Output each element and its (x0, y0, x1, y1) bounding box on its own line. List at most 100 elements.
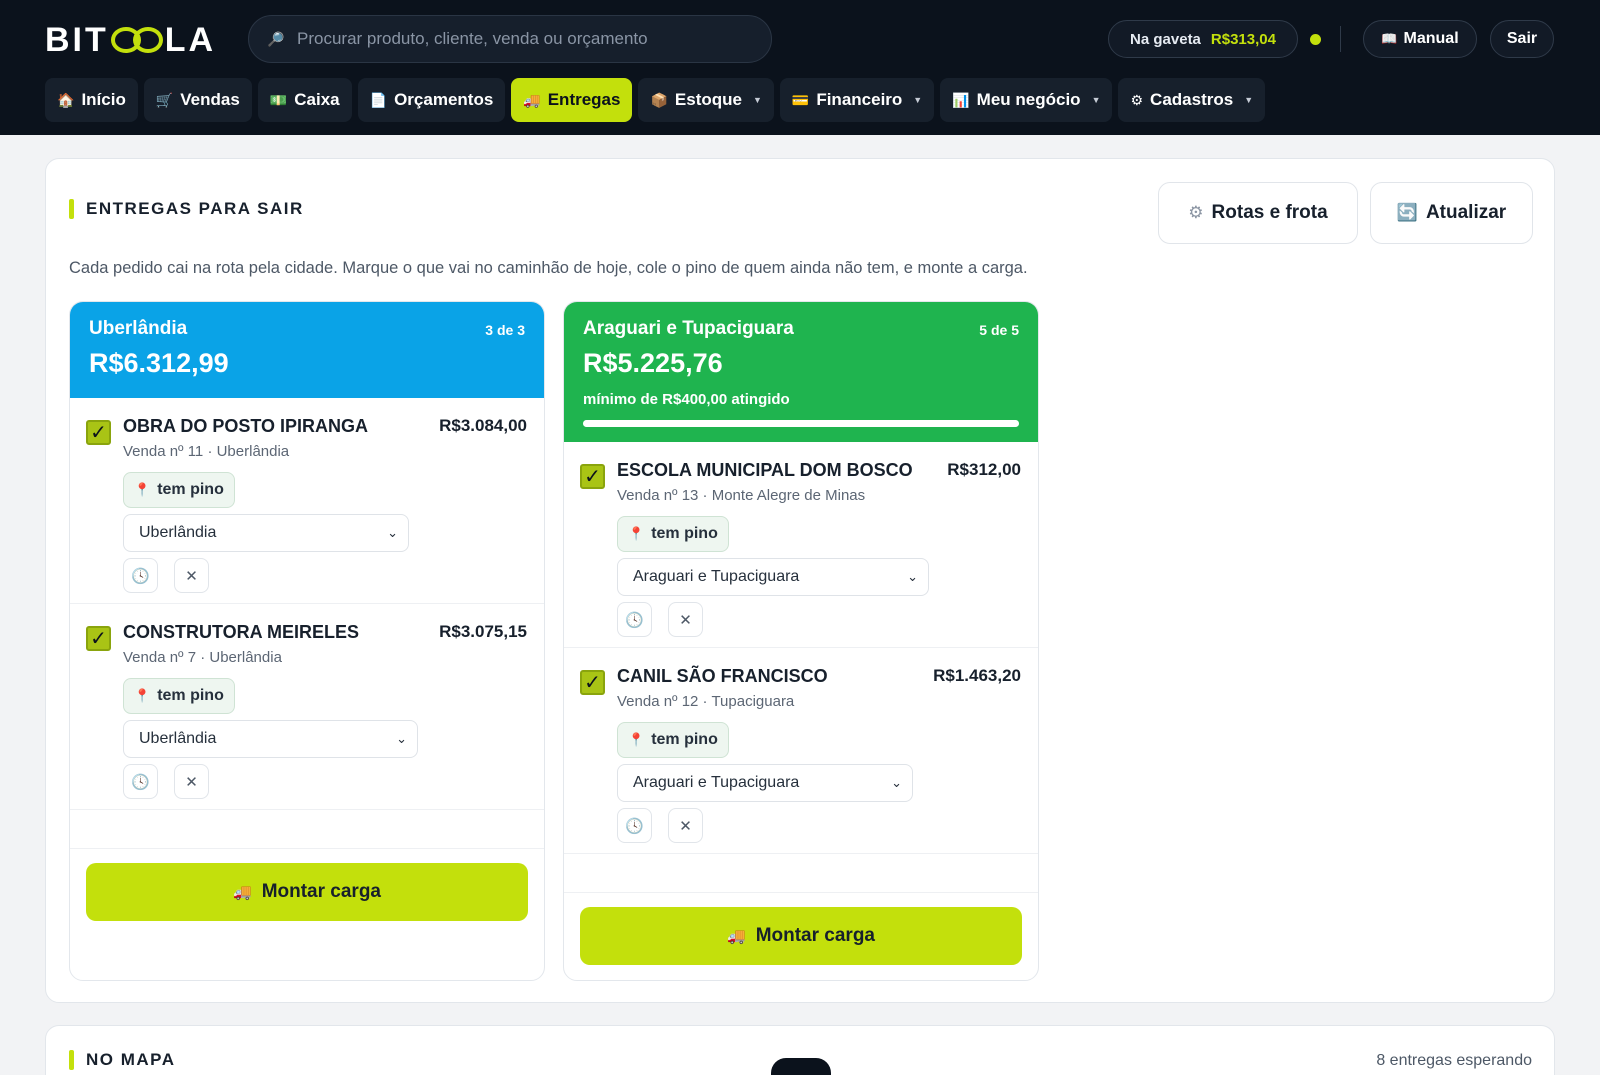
truck-icon: 🚚 (233, 884, 252, 901)
search-icon: 🔎 (267, 30, 285, 47)
cash-drawer-badge[interactable]: Na gaveta R$313,04 (1108, 20, 1298, 58)
nav-label: Vendas (180, 90, 240, 109)
chevron-down-icon: ⌄ (387, 525, 398, 540)
refresh-label: Atualizar (1425, 202, 1507, 223)
nav-vendas[interactable]: 🛒 Vendas (143, 78, 252, 122)
pin-label: tem pino (157, 481, 224, 498)
route-name: Araguari e Tupaciguara (583, 318, 794, 339)
route-footer: 🚚 Montar carga (564, 892, 1038, 965)
clock-icon: 🕓 (131, 773, 150, 791)
money-icon: 💵 (269, 91, 288, 108)
nav-caixa[interactable]: 💵 Caixa (257, 78, 352, 122)
route-count: 5 de 5 (979, 322, 1019, 338)
order-checkbox[interactable]: ✓ (580, 464, 605, 489)
route-select-value: Araguari e Tupaciguara (633, 774, 800, 791)
route-name: Uberlândia (89, 318, 188, 339)
remove-button[interactable]: ✕ (668, 808, 703, 843)
route-select[interactable]: Uberlândia ⌄ (123, 720, 418, 758)
pin-badge[interactable]: 📍 tem pino (123, 472, 235, 508)
nav-financeiro[interactable]: 💳 Financeiro ▼ (779, 78, 935, 122)
order-customer: OBRA DO POSTO IPIRANGA (123, 416, 369, 436)
search-input[interactable] (297, 29, 757, 49)
logo[interactable]: BIT LA (45, 20, 216, 59)
chevron-down-icon: ⌄ (396, 731, 407, 746)
route-select-value: Uberlândia (139, 524, 217, 541)
routes-fleet-button[interactable]: ⚙ Rotas e frota (1158, 182, 1358, 244)
truck-icon: 🚚 (727, 928, 746, 945)
refresh-icon: 🔄 (1396, 203, 1418, 222)
pin-badge[interactable]: 📍 tem pino (617, 516, 729, 552)
logout-button[interactable]: Sair (1490, 20, 1554, 58)
schedule-button[interactable]: 🕓 (123, 764, 158, 799)
map-pin-icon: 📍 (628, 526, 645, 541)
remove-button[interactable]: ✕ (174, 558, 209, 593)
close-icon: ✕ (679, 611, 692, 629)
credit-card-icon: 💳 (791, 91, 810, 108)
route-count: 3 de 3 (485, 322, 525, 338)
page-title: ENTREGAS PARA SAIR (86, 199, 304, 218)
nav-orcamentos[interactable]: 📄 Orçamentos (357, 78, 506, 122)
nav-label: Cadastros (1150, 90, 1234, 109)
pin-label: tem pino (157, 687, 224, 704)
route-select[interactable]: Araguari e Tupaciguara ⌄ (617, 558, 929, 596)
nav-label: Estoque (674, 90, 742, 109)
load-truck-button[interactable]: 🚚 Montar carga (580, 907, 1022, 965)
nav-label: Início (81, 90, 126, 109)
waiting-count: 8 entregas esperando (1376, 1052, 1532, 1069)
route-header: Uberlândia 3 de 3 R$6.312,99 (70, 302, 544, 398)
nav-entregas[interactable]: 🚚 Entregas (511, 78, 633, 122)
clock-icon: 🕓 (625, 611, 644, 629)
global-search[interactable]: 🔎 (248, 15, 772, 63)
nav-meu-negocio[interactable]: 📊 Meu negócio ▼ (940, 78, 1113, 122)
drawer-value: R$313,04 (1210, 30, 1276, 48)
box-icon: 📦 (650, 91, 668, 108)
pin-label: tem pino (651, 525, 718, 542)
order-checkbox[interactable]: ✓ (86, 420, 111, 445)
order-checkbox[interactable]: ✓ (86, 626, 111, 651)
nav-label: Entregas (547, 90, 621, 109)
order-value: R$312,00 (947, 460, 1021, 479)
schedule-button[interactable]: 🕓 (617, 808, 652, 843)
chevron-down-icon: ▼ (1091, 95, 1101, 105)
book-icon: 📖 (1381, 31, 1398, 46)
remove-button[interactable]: ✕ (174, 764, 209, 799)
order-value: R$3.075,15 (439, 622, 527, 641)
order-item: ✓ ESCOLA MUNICIPAL DOM BOSCO R$312,00 Ve… (564, 442, 1038, 648)
close-icon: ✕ (185, 567, 198, 585)
gear-icon: ⚙ (1130, 91, 1144, 108)
remove-button[interactable]: ✕ (668, 602, 703, 637)
pin-label: tem pino (651, 731, 718, 748)
nav-estoque[interactable]: 📦 Estoque ▼ (638, 78, 774, 122)
map-toggle-handle[interactable] (771, 1058, 831, 1075)
map-pin-icon: 📍 (134, 688, 151, 703)
logo-prefix: BIT (45, 20, 109, 59)
pin-badge[interactable]: 📍 tem pino (617, 722, 729, 758)
route-minimum-note: mínimo de R$400,00 atingido (583, 391, 790, 408)
close-icon: ✕ (185, 773, 198, 791)
route-select[interactable]: Uberlândia ⌄ (123, 514, 409, 552)
chevron-down-icon: ⌄ (907, 569, 918, 584)
nav-inicio[interactable]: 🏠 Início (45, 78, 138, 122)
route-progress-fill (583, 420, 1019, 427)
route-select-value: Araguari e Tupaciguara (633, 568, 800, 585)
chevron-down-icon: ▼ (1244, 95, 1254, 105)
online-status-icon (1310, 34, 1321, 45)
document-icon: 📄 (369, 91, 388, 108)
schedule-button[interactable]: 🕓 (617, 602, 652, 637)
title-accent-bar (69, 199, 74, 219)
nav-cadastros[interactable]: ⚙ Cadastros ▼ (1118, 78, 1266, 122)
order-value: R$3.084,00 (439, 416, 527, 435)
order-meta: Venda nº 13 · Monte Alegre de Minas (617, 487, 866, 504)
clock-icon: 🕓 (625, 817, 644, 835)
order-checkbox[interactable]: ✓ (580, 670, 605, 695)
route-select[interactable]: Araguari e Tupaciguara ⌄ (617, 764, 913, 802)
manual-button[interactable]: 📖 Manual (1363, 20, 1477, 58)
order-meta: Venda nº 12 · Tupaciguara (617, 693, 795, 710)
cart-icon: 🛒 (155, 91, 174, 108)
schedule-button[interactable]: 🕓 (123, 558, 158, 593)
load-truck-button[interactable]: 🚚 Montar carga (86, 863, 528, 921)
pin-badge[interactable]: 📍 tem pino (123, 678, 235, 714)
close-icon: ✕ (679, 817, 692, 835)
refresh-button[interactable]: 🔄 Atualizar (1370, 182, 1533, 244)
load-truck-label: Montar carga (755, 925, 875, 946)
